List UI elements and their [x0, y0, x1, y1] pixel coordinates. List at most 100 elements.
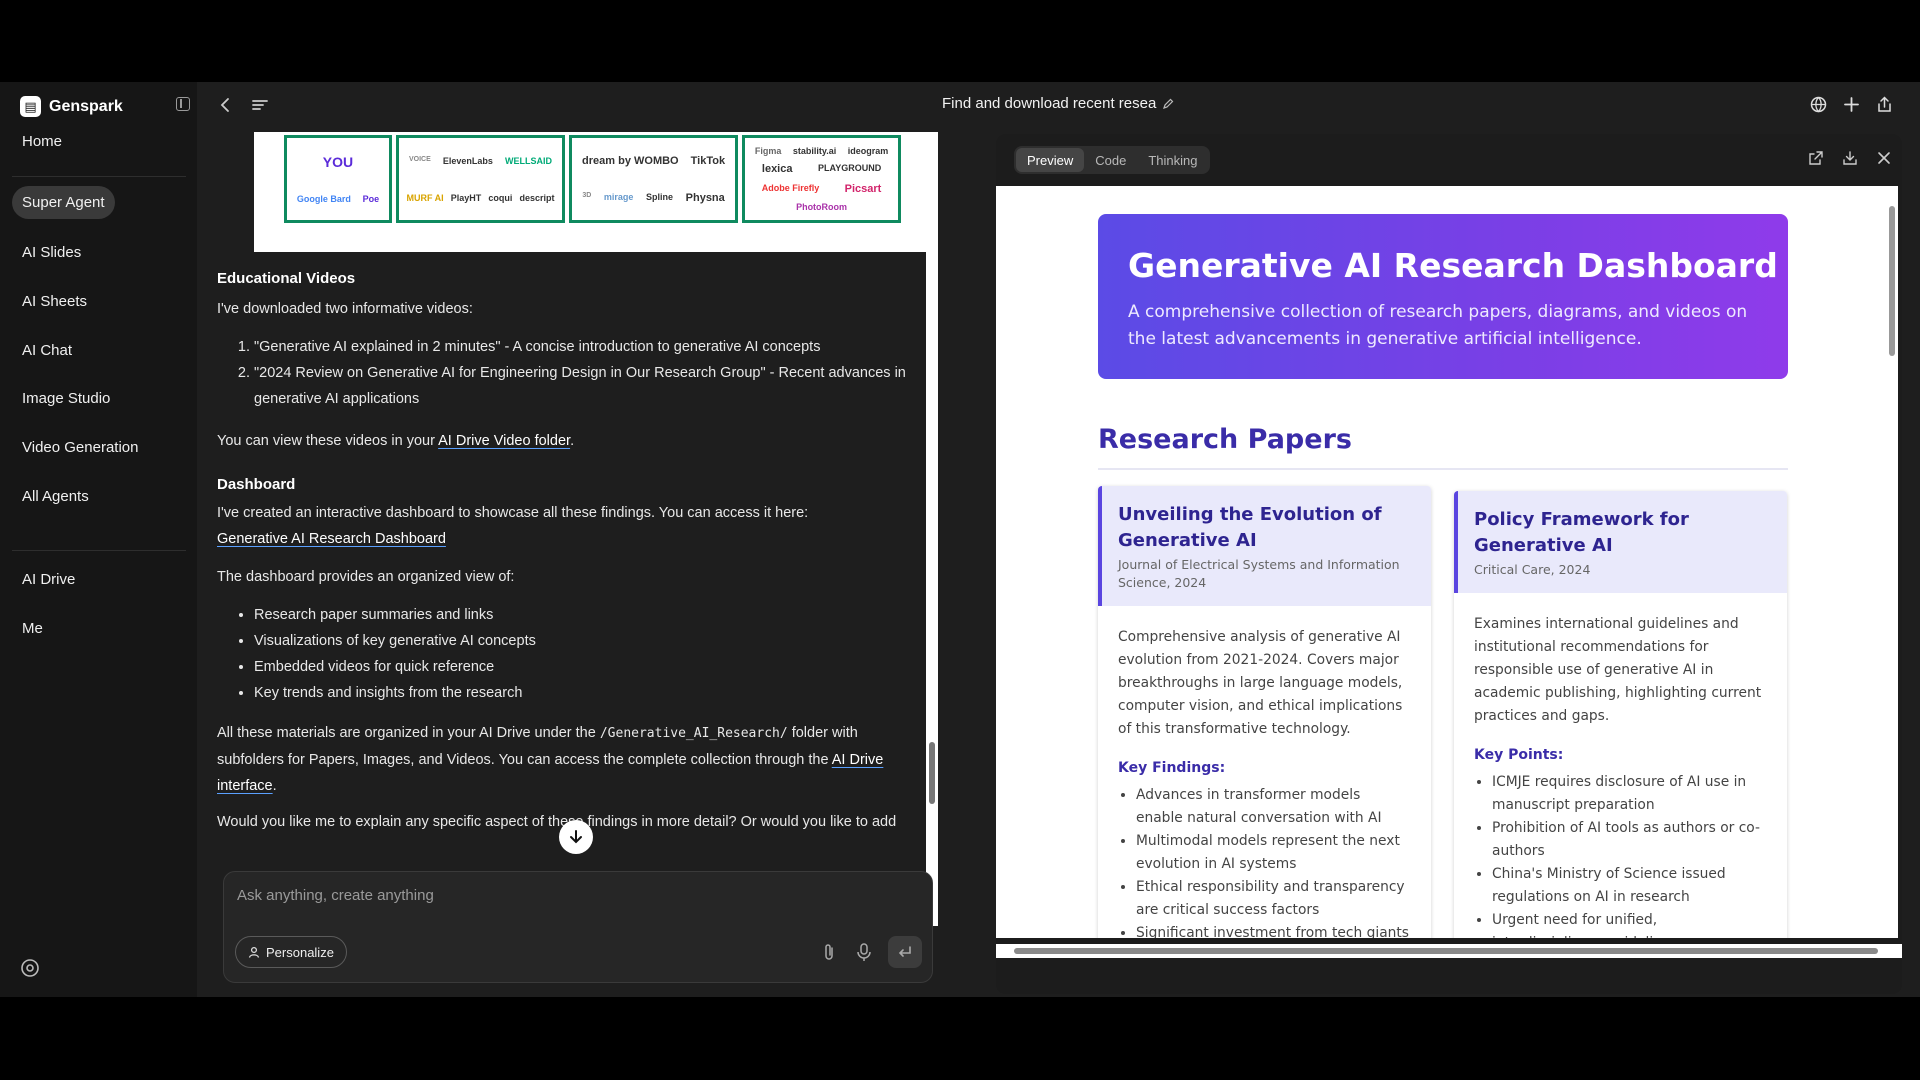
paper-card[interactable]: Unveiling the Evolution of Generative AI…: [1098, 486, 1431, 938]
sidebar-item-home[interactable]: Home: [12, 125, 72, 158]
list-item: Key trends and insights from the researc…: [254, 680, 922, 706]
logo-chip: YOU: [322, 154, 354, 170]
text-span: .: [272, 778, 277, 794]
logo-chip: mirage: [603, 191, 634, 202]
arrow-down-icon: [570, 830, 582, 844]
personalize-button[interactable]: Personalize: [235, 936, 347, 968]
topbar-actions: [1810, 96, 1893, 113]
dashboard-heading: Dashboard: [217, 476, 296, 493]
paper-source: Journal of Electrical Systems and Inform…: [1118, 557, 1400, 590]
sidebar-divider: [12, 176, 186, 177]
list-icon[interactable]: [251, 96, 269, 114]
logo-chip: coqui: [488, 192, 513, 203]
dashboard-items-list: Research paper summaries and links Visua…: [217, 602, 922, 706]
sidebar-item-ai-chat[interactable]: AI Chat: [12, 334, 82, 367]
paper-summary: Examines international guidelines and in…: [1474, 616, 1762, 724]
text-span: All these materials are organized in you…: [217, 725, 600, 741]
brand[interactable]: ▤ Genspark: [20, 96, 123, 117]
edit-pencil-icon[interactable]: [1162, 98, 1174, 110]
chat-scrollbar-thumb[interactable]: [929, 742, 935, 804]
chat-panel: YOU Google Bard Poe VOICE ElevenLabs WEL…: [197, 82, 945, 997]
sidebar-item-super-agent[interactable]: Super Agent: [12, 186, 115, 219]
preview-horizontal-scrollbar[interactable]: [996, 944, 1902, 958]
logo-chip: Spline: [646, 191, 674, 202]
app-window: ▤ Genspark Home Super Agent AI Slides AI…: [0, 82, 1920, 997]
assistant-message: Educational Videos I've downloaded two i…: [217, 266, 922, 835]
tab-thinking[interactable]: Thinking: [1137, 148, 1208, 172]
list-item: Multimodal models represent the next evo…: [1136, 830, 1411, 876]
videos-intro: I've downloaded two informative videos:: [217, 301, 473, 317]
sidebar-item-ai-sheets[interactable]: AI Sheets: [12, 285, 97, 318]
preview-scrollbar-thumb[interactable]: [1889, 206, 1895, 356]
logo-chip: 3D: [582, 191, 592, 199]
logo-chip: Poe: [362, 194, 380, 204]
dashboard-intro: I've created an interactive dashboard to…: [217, 505, 809, 521]
attach-icon[interactable]: [819, 942, 839, 962]
share-icon[interactable]: [1876, 96, 1893, 113]
preview-frame[interactable]: Generative AI Research Dashboard A compr…: [996, 186, 1898, 938]
brand-name: Genspark: [49, 97, 123, 115]
logo-chip: Google Bard: [296, 194, 351, 204]
ai-drive-video-folder-link[interactable]: AI Drive Video folder: [438, 433, 570, 449]
logo-chip: PhotoRoom: [796, 202, 848, 213]
sidebar-item-ai-slides[interactable]: AI Slides: [12, 236, 91, 269]
sidebar-item-image-studio[interactable]: Image Studio: [12, 382, 120, 415]
sidebar-item-video-generation[interactable]: Video Generation: [12, 431, 148, 464]
sidebar-item-all-agents[interactable]: All Agents: [12, 480, 99, 513]
preview-panel: Preview Code Thinking Generative AI Rese…: [996, 134, 1902, 994]
genai-tools-image: YOU Google Bard Poe VOICE ElevenLabs WEL…: [254, 132, 926, 252]
composer: Personalize: [223, 871, 933, 983]
dashboard-link-line: Generative AI Research Dashboard: [217, 526, 922, 552]
paper-points-list: ICMJE requires disclosure of AI use in m…: [1474, 771, 1767, 938]
person-icon: [248, 946, 260, 958]
dashboard-hero: Generative AI Research Dashboard A compr…: [1098, 214, 1788, 379]
list-item: Urgent need for unified, interdisciplina…: [1492, 909, 1767, 938]
settings-icon[interactable]: [20, 958, 40, 978]
paper-points-list: Advances in transformer models enable na…: [1118, 784, 1411, 938]
preview-hscroll-thumb[interactable]: [1014, 948, 1878, 954]
preview-tabs: Preview Code Thinking: [1014, 146, 1211, 174]
send-button[interactable]: [888, 936, 922, 968]
list-item: ICMJE requires disclosure of AI use in m…: [1492, 771, 1767, 817]
paper-summary: Comprehensive analysis of generative AI …: [1118, 629, 1403, 737]
section-title: Research Papers: [1098, 424, 1352, 455]
chat-scrollbar[interactable]: [926, 132, 938, 926]
list-item: Advances in transformer models enable na…: [1136, 784, 1411, 830]
list-item: Research paper summaries and links: [254, 602, 922, 628]
logo-chip: WELLSAID: [504, 155, 552, 166]
download-icon[interactable]: [1842, 150, 1858, 166]
microphone-icon[interactable]: [854, 942, 874, 962]
personalize-label: Personalize: [266, 944, 334, 960]
logo-chip: MURF AI: [406, 192, 444, 203]
tab-code[interactable]: Code: [1084, 148, 1137, 172]
globe-icon[interactable]: [1810, 96, 1827, 113]
chat-header: [217, 96, 269, 114]
preview-tools: [1808, 150, 1892, 166]
text-span: You can view these videos in your: [217, 433, 439, 449]
sidebar-toggle-icon[interactable]: [176, 97, 190, 111]
scroll-to-bottom-button[interactable]: [559, 820, 593, 854]
back-arrow-icon[interactable]: [217, 96, 235, 114]
logo-chip: PlayHT: [450, 192, 482, 203]
sidebar-item-me[interactable]: Me: [12, 612, 53, 645]
tab-preview[interactable]: Preview: [1016, 148, 1085, 172]
videos-view-text: You can view these videos in your AI Dri…: [217, 428, 922, 454]
dashboard-link[interactable]: Generative AI Research Dashboard: [217, 531, 446, 547]
open-external-icon[interactable]: [1808, 150, 1824, 166]
logo-chip: Picsart: [844, 182, 882, 195]
paper-title[interactable]: Policy Framework for Generative AI: [1474, 507, 1771, 559]
list-item: Ethical responsibility and transparency …: [1136, 876, 1411, 922]
plus-icon[interactable]: [1843, 96, 1860, 113]
prompt-input[interactable]: [237, 882, 917, 908]
logo-chip: Figma: [754, 145, 782, 156]
preview-vertical-scrollbar[interactable]: [1886, 186, 1898, 938]
logo-chip: VOICE: [408, 155, 431, 163]
logo-chip: dream by WOMBO: [582, 154, 679, 167]
list-item: Significant investment from tech giants: [1136, 922, 1411, 938]
close-icon[interactable]: [1876, 150, 1892, 166]
sidebar-item-ai-drive[interactable]: AI Drive: [12, 563, 85, 596]
paper-card[interactable]: Policy Framework for Generative AI Criti…: [1454, 491, 1787, 938]
chat-messages[interactable]: YOU Google Bard Poe VOICE ElevenLabs WEL…: [197, 132, 937, 926]
paper-title[interactable]: Unveiling the Evolution of Generative AI: [1118, 502, 1415, 554]
conversation-title[interactable]: Find and download recent resea: [942, 95, 1174, 112]
